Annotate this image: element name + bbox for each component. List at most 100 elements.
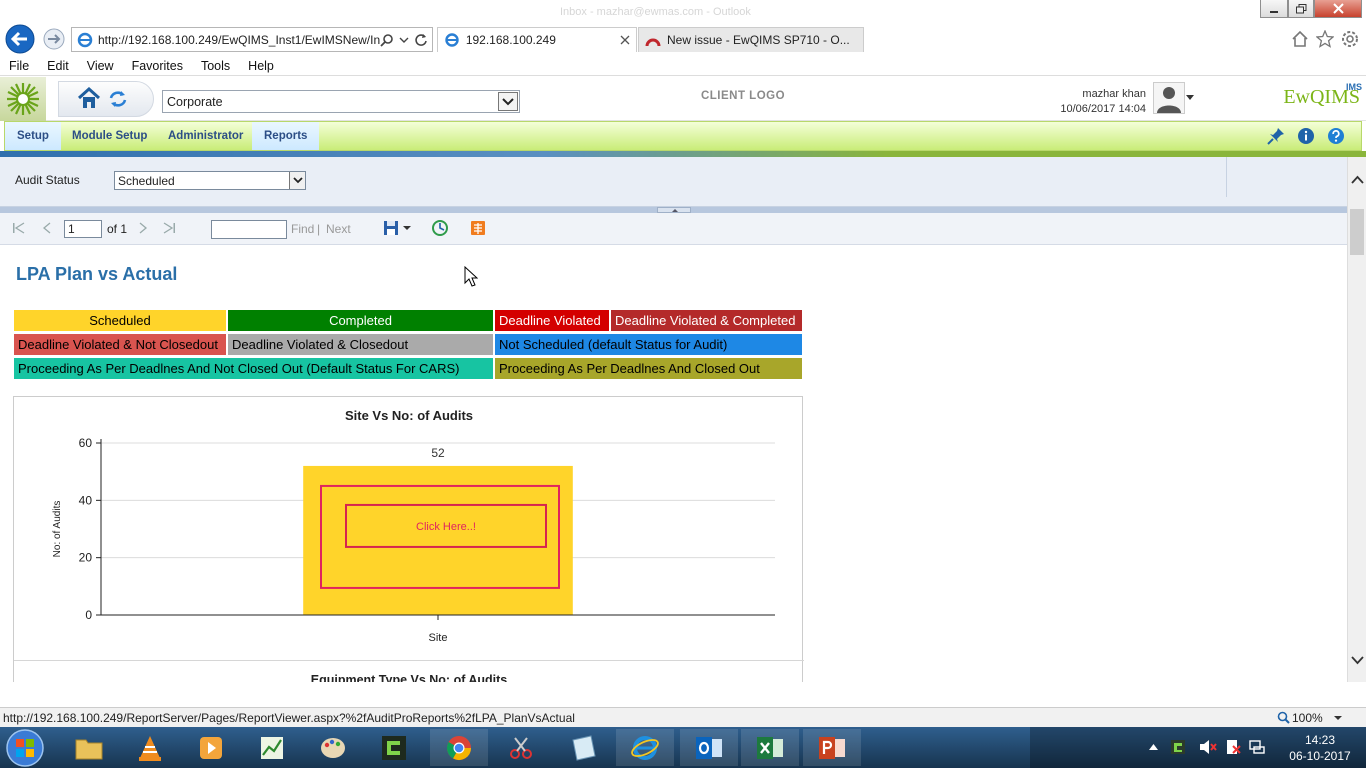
home-icon[interactable] — [78, 87, 100, 109]
taskbar-chart-app[interactable] — [243, 729, 301, 766]
taskbar-media-player[interactable] — [182, 729, 240, 766]
nav-reports[interactable]: Reports — [252, 122, 320, 150]
info-icon[interactable] — [1297, 127, 1315, 145]
scrollbar-thumb[interactable] — [1350, 209, 1364, 255]
org-select-dropdown[interactable] — [498, 92, 518, 111]
avatar[interactable] — [1153, 82, 1185, 114]
close-window-button[interactable] — [1314, 0, 1362, 18]
chevron-down-icon[interactable] — [1334, 716, 1342, 721]
audit-status-select[interactable]: Scheduled — [114, 171, 306, 190]
legend-item: Deadline Violated — [494, 309, 610, 332]
restore-button[interactable] — [1288, 0, 1314, 18]
favorites-star-icon[interactable] — [1316, 30, 1334, 48]
previous-page-icon[interactable] — [41, 222, 53, 234]
zoom-level[interactable]: 100% — [1292, 711, 1323, 725]
find-link[interactable]: Find — [291, 222, 314, 236]
taskbar-excel[interactable] — [741, 729, 799, 766]
x-tick-label: Site — [429, 632, 448, 644]
taskbar-paint[interactable] — [304, 729, 362, 766]
legend-item: Deadline Violated & Not Closedout — [13, 333, 227, 356]
network-icon[interactable] — [1249, 739, 1265, 755]
menu-edit[interactable]: Edit — [38, 59, 78, 73]
tray-app-icon[interactable] — [1170, 739, 1186, 755]
app-header: Corporate CLIENT LOGO mazhar khan 10/06/… — [0, 77, 1366, 121]
address-text: http://192.168.100.249/EwQIMS_Inst1/EwIM… — [98, 32, 380, 47]
refresh-icon[interactable] — [414, 33, 428, 47]
app-nav: Setup Module Setup Administrator Reports — [4, 121, 1362, 151]
menu-file[interactable]: File — [0, 59, 38, 73]
pin-icon[interactable] — [1267, 127, 1285, 145]
chevron-down-icon[interactable] — [403, 226, 411, 231]
chevron-down-icon[interactable] — [398, 33, 410, 47]
taskbar-outlook[interactable] — [680, 729, 738, 766]
refresh-report-icon[interactable] — [431, 219, 449, 237]
windows-logo-icon — [6, 729, 44, 767]
taskbar-camtasia[interactable] — [365, 729, 423, 766]
taskbar-vlc[interactable] — [121, 729, 179, 766]
y-tick-label: 60 — [79, 436, 93, 450]
tab-inactive[interactable]: New issue - EwQIMS SP710 - O... — [638, 27, 864, 52]
chevron-down-icon[interactable] — [1186, 95, 1194, 101]
minimize-button[interactable] — [1260, 0, 1288, 18]
brand-sup: IMS — [1346, 82, 1363, 92]
taskbar-ie[interactable] — [616, 729, 674, 766]
next-link[interactable]: Next — [326, 222, 351, 236]
taskbar-powerpoint[interactable] — [803, 729, 861, 766]
clock-time[interactable]: 14:23 — [1285, 733, 1355, 747]
search-icon[interactable] — [380, 33, 394, 47]
org-select-value: Corporate — [167, 94, 223, 109]
action-center-icon[interactable] — [1224, 739, 1242, 755]
clock-date[interactable]: 06-10-2017 — [1280, 749, 1360, 763]
audit-status-value: Scheduled — [118, 173, 175, 188]
sun-logo-icon — [7, 83, 39, 115]
taskbar-chrome[interactable] — [430, 729, 488, 766]
menu-help[interactable]: Help — [239, 59, 283, 73]
nav-administrator[interactable]: Administrator — [156, 122, 255, 150]
menu-favorites[interactable]: Favorites — [123, 59, 192, 73]
legend-item: Proceeding As Per Deadlnes And Not Close… — [13, 357, 494, 380]
tab-active[interactable]: 192.168.100.249 — [437, 27, 637, 52]
menu-view[interactable]: View — [78, 59, 123, 73]
scroll-down-icon[interactable] — [1351, 655, 1364, 665]
find-input[interactable] — [211, 220, 287, 239]
org-select[interactable]: Corporate — [162, 90, 520, 113]
chart-panel: Site Vs No: of Audits 0 20 40 60 No: of Audit… — [13, 396, 804, 682]
taskbar-snipping[interactable] — [492, 729, 550, 766]
vertical-scrollbar[interactable] — [1347, 157, 1366, 682]
nav-module-setup[interactable]: Module Setup — [60, 122, 159, 150]
menu-tools[interactable]: Tools — [192, 59, 239, 73]
print-layout-icon[interactable] — [470, 220, 486, 236]
user-name: mazhar khan — [1082, 88, 1146, 100]
gear-icon[interactable] — [1341, 30, 1359, 48]
scroll-up-icon[interactable] — [1351, 175, 1364, 185]
forward-button[interactable] — [41, 28, 67, 50]
tab-label: New issue - EwQIMS SP710 - O... — [667, 33, 850, 47]
window-titlebar: Inbox - mazhar@ewmas.com - Outlook — [0, 0, 1366, 24]
nav-setup[interactable]: Setup — [5, 122, 61, 150]
close-tab-icon[interactable] — [620, 35, 630, 45]
window-ghost-title: Inbox - mazhar@ewmas.com - Outlook — [560, 6, 751, 18]
notes-icon — [572, 734, 596, 761]
taskbar-notes[interactable] — [554, 729, 612, 766]
refresh-icon[interactable] — [108, 89, 128, 109]
last-page-icon[interactable] — [162, 222, 176, 234]
page-number-input[interactable]: 1 — [64, 220, 102, 238]
vlc-cone-icon — [139, 735, 161, 761]
legend-item: Proceeding As Per Deadlnes And Closed Ou… — [494, 357, 803, 380]
taskbar-file-explorer[interactable] — [60, 729, 118, 766]
chart-annotation-link[interactable]: Click Here..! — [416, 521, 476, 533]
next-page-icon[interactable] — [137, 222, 149, 234]
back-button[interactable] — [2, 24, 38, 54]
address-bar[interactable]: http://192.168.100.249/EwQIMS_Inst1/EwIM… — [71, 27, 433, 52]
home-icon[interactable] — [1291, 30, 1309, 48]
save-export-icon[interactable] — [383, 220, 399, 236]
legend-item: Deadline Violated & Completed — [610, 309, 803, 332]
scissors-icon — [510, 736, 532, 759]
speaker-muted-icon[interactable] — [1199, 739, 1217, 755]
help-icon[interactable] — [1327, 127, 1345, 145]
audit-status-dropdown[interactable] — [289, 172, 305, 189]
chart-bar[interactable] — [303, 465, 573, 615]
first-page-icon[interactable] — [12, 222, 26, 234]
tray-expand-icon[interactable] — [1149, 744, 1158, 750]
start-button[interactable] — [2, 728, 48, 768]
